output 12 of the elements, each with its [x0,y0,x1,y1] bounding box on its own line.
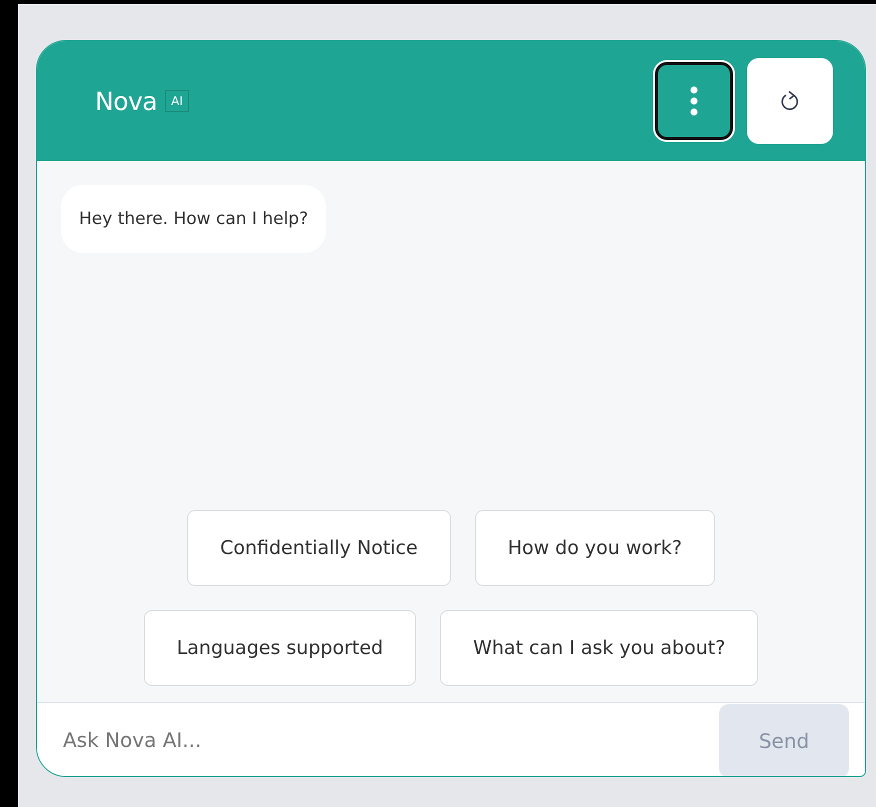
refresh-icon [780,90,800,112]
assistant-name: Nova [95,86,158,116]
menu-button[interactable] [655,62,733,140]
assistant-message: Hey there. How can I help? [61,185,326,253]
message-input[interactable]: Ask Nova AI... [61,726,707,752]
suggestion-chip[interactable]: Languages supported [144,610,416,686]
suggestion-chip[interactable]: Confidentially Notice [187,510,451,586]
refresh-button[interactable] [747,58,833,144]
suggestion-chip[interactable]: How do you work? [474,510,715,586]
ai-badge: AI [165,90,189,112]
suggestion-chip[interactable]: What can I ask you about? [440,610,758,686]
vertical-dots-icon [690,86,698,116]
